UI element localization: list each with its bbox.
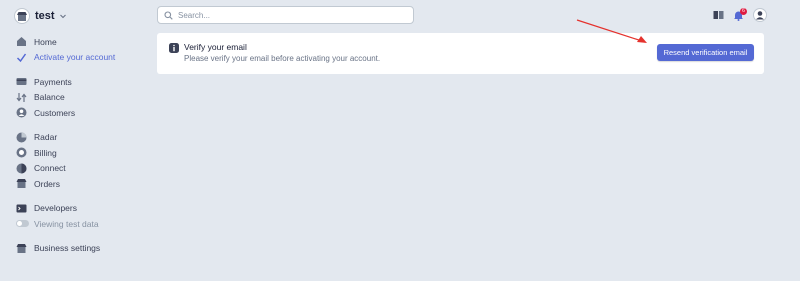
- top-bar-icons: 6: [704, 7, 767, 22]
- verify-email-banner: Verify your email Please verify your ema…: [157, 33, 764, 74]
- banner-title: Verify your email: [184, 42, 247, 52]
- sidebar-item-radar[interactable]: Radar: [16, 130, 146, 146]
- search-icon: [164, 10, 173, 20]
- sidebar-item-label: Viewing test data: [34, 218, 99, 229]
- sidebar-item-connect[interactable]: Connect: [16, 161, 146, 177]
- store-icon: [14, 8, 30, 24]
- sidebar-item-label: Connect: [34, 163, 66, 174]
- sidebar-item-orders[interactable]: Orders: [16, 176, 146, 192]
- search-input[interactable]: [178, 10, 398, 20]
- sidebar-item-home[interactable]: Home: [16, 34, 146, 50]
- sidebar-item-label: Billing: [34, 147, 57, 158]
- terminal-icon: [16, 204, 27, 213]
- billing-icon: [16, 147, 27, 158]
- chevron-down-icon: [59, 14, 66, 19]
- sidebar-item-label: Orders: [34, 178, 60, 189]
- resend-verification-email-button[interactable]: Resend verification email: [657, 44, 754, 61]
- sidebar-item-balance[interactable]: Balance: [16, 90, 146, 106]
- sidebar-item-developers[interactable]: Developers: [16, 201, 146, 217]
- banner-description: Please verify your email before activati…: [184, 54, 381, 63]
- home-icon: [17, 37, 26, 47]
- sidebar-item-label: Developers: [34, 203, 77, 214]
- sidebar-nav: Home Activate your account Payments Bala…: [16, 34, 146, 256]
- connect-icon: [16, 163, 27, 174]
- docs-book-icon[interactable]: [713, 10, 724, 20]
- user-avatar-icon[interactable]: [753, 8, 767, 22]
- customer-icon: [16, 107, 27, 118]
- sidebar-item-label: Balance: [34, 92, 65, 103]
- sidebar-item-viewing-test-data[interactable]: Viewing test data: [16, 216, 146, 232]
- sidebar-item-activate-account[interactable]: Activate your account: [16, 50, 146, 66]
- annotation-arrow-icon: [576, 19, 647, 43]
- credit-card-icon: [16, 78, 27, 86]
- sidebar: test Home Activate your account Payments…: [0, 0, 150, 281]
- sidebar-item-billing[interactable]: Billing: [16, 145, 146, 161]
- notification-count-badge: 6: [740, 7, 747, 15]
- account-switcher[interactable]: test: [14, 8, 67, 24]
- store-icon: [16, 243, 27, 253]
- sidebar-item-customers[interactable]: Customers: [16, 105, 146, 121]
- sidebar-item-label: Business settings: [34, 243, 101, 254]
- sidebar-item-label: Payments: [34, 76, 72, 87]
- transfer-arrows-icon: [16, 92, 27, 102]
- account-name: test: [35, 10, 55, 22]
- sidebar-item-payments[interactable]: Payments: [16, 74, 146, 90]
- sidebar-item-business-settings[interactable]: Business settings: [16, 241, 146, 257]
- sidebar-item-label: Radar: [34, 132, 58, 143]
- sidebar-item-label: Home: [34, 36, 57, 47]
- notifications-bell-icon[interactable]: 6: [733, 7, 747, 21]
- checkmark-icon: [16, 53, 27, 62]
- search-bar[interactable]: [157, 6, 414, 24]
- sidebar-item-label: Customers: [34, 107, 76, 118]
- info-icon: [169, 43, 179, 53]
- orders-icon: [16, 179, 27, 189]
- radar-icon: [16, 132, 27, 143]
- sidebar-item-label: Activate your account: [34, 52, 116, 63]
- test-data-toggle[interactable]: [16, 220, 29, 228]
